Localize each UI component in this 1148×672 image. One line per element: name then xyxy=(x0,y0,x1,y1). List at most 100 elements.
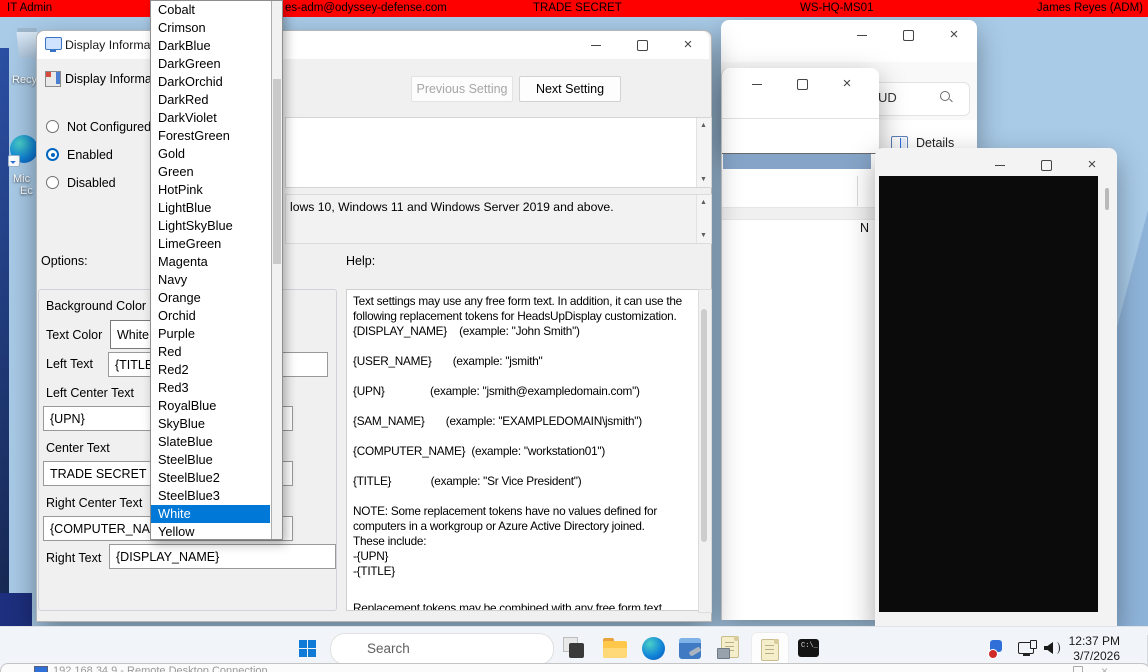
dropdown-item[interactable]: RoyalBlue xyxy=(151,397,270,415)
next-setting-button[interactable]: Next Setting xyxy=(519,76,621,102)
scroll-up-icon[interactable]: ▲ xyxy=(697,198,710,207)
dropdown-item[interactable]: Orchid xyxy=(151,307,270,325)
app-icon-snip[interactable] xyxy=(563,637,587,661)
dropdown-scrollbar[interactable] xyxy=(271,1,282,539)
close-icon[interactable]: × xyxy=(1101,664,1108,672)
policy-setting-name: Display Informat xyxy=(65,72,155,86)
supported-on-text: lows 10, Windows 11 and Windows Server 2… xyxy=(290,200,614,214)
help-scrollbar[interactable] xyxy=(698,289,712,613)
dropdown-item[interactable]: Red2 xyxy=(151,361,270,379)
console-window: × xyxy=(875,148,1117,628)
selected-row-band[interactable] xyxy=(723,154,871,169)
dropdown-item[interactable]: Crimson xyxy=(151,19,270,37)
dropdown-item[interactable]: SteelBlue2 xyxy=(151,469,270,487)
close-icon[interactable]: × xyxy=(840,77,854,91)
dropdown-item[interactable]: HotPink xyxy=(151,181,270,199)
radio-label: Not Configured xyxy=(67,120,151,134)
tray-rdp-icon[interactable] xyxy=(988,640,1006,658)
scroll-down-icon[interactable]: ▼ xyxy=(697,231,710,240)
file-explorer-icon[interactable] xyxy=(603,638,627,660)
dropdown-item[interactable]: Cobalt xyxy=(151,1,270,19)
side-window-controls: × xyxy=(750,77,854,91)
hud-center-text: TRADE SECRET xyxy=(533,1,622,16)
hud-left-center-text: es-adm@odyssey-defense.com xyxy=(285,1,447,16)
recycle-bin-label: Recy xyxy=(12,74,37,86)
scroll-down-icon[interactable]: ▼ xyxy=(697,175,710,184)
cmd-icon[interactable]: C:\_ xyxy=(798,639,819,657)
taskbar-search[interactable]: Search xyxy=(330,633,554,665)
hud-left-text: IT Admin xyxy=(7,1,52,16)
dropdown-scrollbar-thumb[interactable] xyxy=(273,79,281,264)
close-icon[interactable]: × xyxy=(681,38,695,52)
side-window-text-fragment: N xyxy=(860,221,869,235)
dropdown-item[interactable]: DarkBlue xyxy=(151,37,270,55)
rdp-window-titlebar[interactable]: 192.168.34.9 - Remote Desktop Connection… xyxy=(0,663,1148,672)
console-output-area[interactable] xyxy=(879,176,1098,612)
supported-on-box: lows 10, Windows 11 and Windows Server 2… xyxy=(285,194,712,244)
dropdown-item[interactable]: Green xyxy=(151,163,270,181)
dropdown-item[interactable]: DarkRed xyxy=(151,91,270,109)
radio-circle[interactable] xyxy=(46,120,59,133)
dropdown-item[interactable]: DarkOrchid xyxy=(151,73,270,91)
clock-date: 3/7/2026 xyxy=(1058,649,1120,664)
right-center-text-label: Right Center Text xyxy=(46,496,142,510)
edge-label-line2: Ec xyxy=(20,185,33,197)
dropdown-item[interactable]: SlateBlue xyxy=(151,433,270,451)
radio-circle[interactable] xyxy=(46,148,59,161)
close-icon[interactable]: × xyxy=(947,28,961,42)
hud-right-center-text: WS-HQ-MS01 xyxy=(800,1,873,16)
dropdown-item[interactable]: Navy xyxy=(151,271,270,289)
minimize-icon[interactable] xyxy=(993,158,1007,172)
taskbar-search-placeholder: Search xyxy=(367,641,410,656)
tray-network-icon[interactable] xyxy=(1018,640,1038,658)
dialog-window-controls: × xyxy=(589,38,695,52)
maximize-icon[interactable] xyxy=(635,38,649,52)
dropdown-item[interactable]: Red xyxy=(151,343,270,361)
clock-time: 12:37 PM xyxy=(1058,633,1120,649)
dropdown-item[interactable]: Purple xyxy=(151,325,270,343)
dropdown-item[interactable]: LightBlue xyxy=(151,199,270,217)
dropdown-item[interactable]: ForestGreen xyxy=(151,127,270,145)
dropdown-item[interactable]: DarkGreen xyxy=(151,55,270,73)
start-button[interactable] xyxy=(299,640,317,658)
previous-setting-button[interactable]: Previous Setting xyxy=(411,76,513,102)
maximize-icon[interactable] xyxy=(795,77,809,91)
search-icon xyxy=(940,91,953,104)
help-scrollbar-thumb[interactable] xyxy=(701,309,707,542)
tray-clock[interactable]: 12:37 PM 3/7/2026 xyxy=(1058,633,1120,665)
dropdown-item[interactable]: Red3 xyxy=(151,379,270,397)
maximize-icon[interactable] xyxy=(901,28,915,42)
maximize-icon[interactable] xyxy=(1073,666,1083,672)
text-color-dropdown: CobaltCrimsonDarkBlueDarkGreenDarkOrchid… xyxy=(150,0,283,540)
console-window-controls: × xyxy=(993,158,1099,172)
minimize-icon[interactable] xyxy=(855,28,869,42)
dropdown-item[interactable]: Gold xyxy=(151,145,270,163)
dropdown-item[interactable]: White xyxy=(151,505,270,523)
left-center-text-label: Left Center Text xyxy=(46,386,134,400)
right-text-input[interactable]: {DISPLAY_NAME} xyxy=(109,544,336,569)
policy-setting-icon xyxy=(45,71,61,87)
minimize-icon[interactable] xyxy=(589,38,603,52)
minimize-icon[interactable] xyxy=(750,77,764,91)
mmc-console-icon[interactable] xyxy=(679,638,701,659)
dropdown-item[interactable]: LightSkyBlue xyxy=(151,217,270,235)
console-scrollbar[interactable] xyxy=(1105,188,1109,210)
group-policy-icon[interactable] xyxy=(721,636,739,658)
comment-box[interactable]: ▲ ▼ xyxy=(285,117,712,188)
close-icon[interactable]: × xyxy=(1085,158,1099,172)
dropdown-item[interactable]: DarkViolet xyxy=(151,109,270,127)
edge-taskbar-icon[interactable] xyxy=(642,637,665,660)
dropdown-item[interactable]: SteelBlue3 xyxy=(151,487,270,505)
maximize-icon[interactable] xyxy=(1039,158,1053,172)
dropdown-item[interactable]: Yellow xyxy=(151,523,270,541)
wallpaper-right-shade xyxy=(1117,210,1148,628)
scroll-up-icon[interactable]: ▲ xyxy=(697,121,710,130)
center-text-label: Center Text xyxy=(46,441,110,455)
dropdown-item[interactable]: Magenta xyxy=(151,253,270,271)
dropdown-item[interactable]: LimeGreen xyxy=(151,235,270,253)
dropdown-item[interactable]: SteelBlue xyxy=(151,451,270,469)
dropdown-item[interactable]: Orange xyxy=(151,289,270,307)
radio-circle[interactable] xyxy=(46,176,59,189)
explorer-search-text: UD xyxy=(878,90,897,105)
dropdown-item[interactable]: SkyBlue xyxy=(151,415,270,433)
